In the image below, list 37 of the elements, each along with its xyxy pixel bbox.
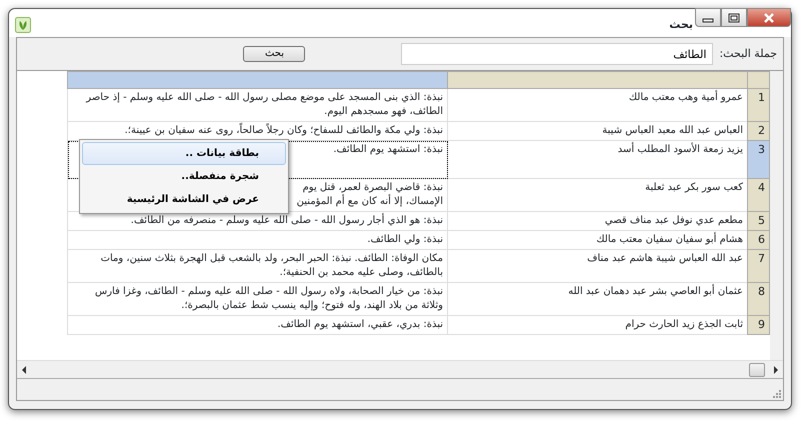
row-header[interactable]: 4 xyxy=(748,178,770,212)
table-cell: مكان الوفاة: الطائف. نبذة: الحبر البحر، ولد بالشعب قبل الهجرة بثلاث سنين، ومات بالطائف، وصلى عليه محمد بن الحنفية؛. xyxy=(68,250,448,282)
leaf-icon xyxy=(15,17,31,33)
search-field[interactable]: الطائف xyxy=(401,43,714,65)
menu-item[interactable]: بطاقة بيانات .. xyxy=(82,142,286,165)
row-header[interactable]: 7 xyxy=(748,250,770,282)
table-cell: عمرو أمية وهب معتب مالك xyxy=(448,88,748,122)
table-cell: عبد الله العباس شيبة هاشم عبد مناف xyxy=(448,250,748,282)
resize-grip-icon[interactable] xyxy=(771,388,781,398)
table-cell: نبذة: الذي بنى المسجد على موضع مصلى رسول الله - صلى الله عليه وسلم - إذ حاصر الطائف، فهو مسجدهم اليوم. xyxy=(68,88,448,122)
table-cell: هشام أبو سفيان سفيان معتب مالك xyxy=(448,230,748,250)
table-cell: ثابت الجذع زيد الحارث حرام xyxy=(448,316,748,334)
row-header[interactable]: 8 xyxy=(748,282,770,316)
maximize-icon xyxy=(728,12,740,22)
table-cell: كعب سور بكر عبد ثعلبة xyxy=(448,178,748,212)
row-header[interactable]: 6 xyxy=(748,230,770,250)
table-cell: نبذة: ولي الطائف. xyxy=(68,230,448,250)
minimize-button[interactable] xyxy=(695,8,721,27)
row-header[interactable]: 1 xyxy=(748,88,770,122)
menu-item[interactable]: عرض في الشاشة الرئيسية xyxy=(82,188,286,211)
search-button[interactable]: بحث xyxy=(243,46,306,62)
row-header[interactable]: 5 xyxy=(748,212,770,230)
close-button[interactable] xyxy=(747,8,791,27)
maximize-button[interactable] xyxy=(721,8,747,27)
row-header[interactable]: 2 xyxy=(748,122,770,140)
table-cell: العباس عبد الله معبد العباس شيبة xyxy=(448,122,748,140)
window-title: بحث xyxy=(669,17,693,33)
scrollbar-thumb[interactable] xyxy=(749,362,765,376)
search-label: جملة البحث: xyxy=(719,46,777,62)
table-cell: نبذة: بدري، عقبي، استشهد يوم الطائف. xyxy=(68,316,448,334)
table-cell: مطعم عدي نوفل عبد مناف قصي xyxy=(448,212,748,230)
close-icon xyxy=(763,12,775,22)
table-cell: عثمان أبو العاصي بشر عبد دهمان عبد الله xyxy=(448,282,748,316)
table-cell: نبذة: من خيار الصحابة، ولاه رسول الله - صلى الله عليه وسلم - الطائف، وغزا فارس وثلاثة من بلاد الهند، وله فتوح؛ وإليه ينسب شط عثمان بالبصرة؛. xyxy=(68,282,448,316)
row-header[interactable]: 9 xyxy=(748,316,770,334)
row-header[interactable]: 3 xyxy=(748,140,770,178)
table-cell: يزيد زمعة الأسود المطلب أسد xyxy=(448,140,748,178)
